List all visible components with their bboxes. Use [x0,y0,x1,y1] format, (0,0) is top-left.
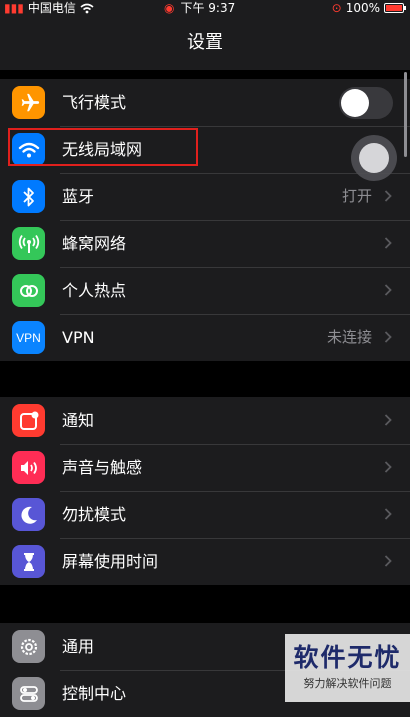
settings-row-label: 蓝牙 [62,187,95,206]
wifi-highlight-box [8,128,198,166]
settings-row-bluetooth[interactable]: 蓝牙 打开 [0,173,410,220]
watermark-title: 软件无忧 [293,643,402,672]
gear-icon [12,630,45,663]
settings-row-label: 屏幕使用时间 [62,552,159,571]
orientation-lock-icon: ⊙ [331,1,342,15]
airplane-mode-toggle[interactable] [339,87,393,119]
settings-row-vpn[interactable]: VPN VPN 未连接 [0,314,410,361]
settings-row-label: 控制中心 [62,684,127,703]
moon-icon [12,498,45,531]
settings-row-screen-time[interactable]: 屏幕使用时间 [0,538,410,585]
control-center-icon [12,677,45,710]
page-title: 设置 [187,32,223,53]
battery-icon [384,3,406,13]
settings-row-label: 个人热点 [62,281,127,300]
chevron-right-icon [384,331,392,343]
notifications-icon [12,404,45,437]
chevron-right-icon [384,461,392,473]
chevron-right-icon [384,237,392,249]
signal-icon: ▮▮▮ [4,1,24,15]
section-gap [0,361,410,397]
sound-icon [12,451,45,484]
status-bar: ▮▮▮ 中国电信 ◉ 下午 9:37 ⊙ 100% [0,0,410,16]
wifi-status-icon [80,3,94,13]
vpn-status-value: 未连接 [326,328,372,346]
airplane-icon [12,86,45,119]
settings-group-notifications: 通知 声音与触感 勿扰模式 屏幕使用时间 [0,397,410,585]
settings-row-label: 飞行模式 [62,93,127,112]
chevron-right-icon [384,555,392,567]
settings-group-connectivity: 飞行模式 无线局域网 蓝牙 打开 蜂窝网络 个人热点 VPN VPN 未连接 [0,79,410,361]
watermark-subtitle: 努力解决软件问题 [303,677,392,690]
settings-row-label: 勿扰模式 [62,505,127,524]
section-gap [0,585,410,623]
chevron-right-icon [384,508,392,520]
settings-row-label: VPN [62,328,95,347]
chevron-right-icon [384,190,392,202]
vpn-icon: VPN [12,321,45,354]
settings-row-airplane-mode[interactable]: 飞行模式 [0,79,410,126]
scroll-indicator [404,72,407,157]
vpn-icon-text: VPN [16,330,41,345]
carrier-label: 中国电信 [27,1,76,15]
status-time: 下午 9:37 [180,1,236,15]
settings-row-do-not-disturb[interactable]: 勿扰模式 [0,491,410,538]
settings-row-label: 通用 [62,637,95,656]
settings-row-label: 通知 [62,411,95,430]
settings-row-label: 声音与触感 [62,458,143,477]
hourglass-icon [12,545,45,578]
settings-row-hotspot[interactable]: 个人热点 [0,267,410,314]
settings-row-sounds[interactable]: 声音与触感 [0,444,410,491]
settings-row-notifications[interactable]: 通知 [0,397,410,444]
chevron-right-icon [384,284,392,296]
recording-icon: ◉ [164,1,175,15]
cellular-icon [12,227,45,260]
chevron-right-icon [384,414,392,426]
toggle-knob [341,89,369,117]
assistive-touch-button[interactable] [351,135,397,181]
nav-bar: 设置 [0,16,410,70]
hotspot-icon [12,274,45,307]
bluetooth-icon [12,180,45,213]
battery-percent: 100% [345,1,380,15]
settings-row-label: 蜂窝网络 [62,234,127,253]
settings-row-cellular[interactable]: 蜂窝网络 [0,220,410,267]
assistive-touch-inner [359,143,389,173]
watermark-logo: 软件无忧 努力解决软件问题 [285,634,410,702]
